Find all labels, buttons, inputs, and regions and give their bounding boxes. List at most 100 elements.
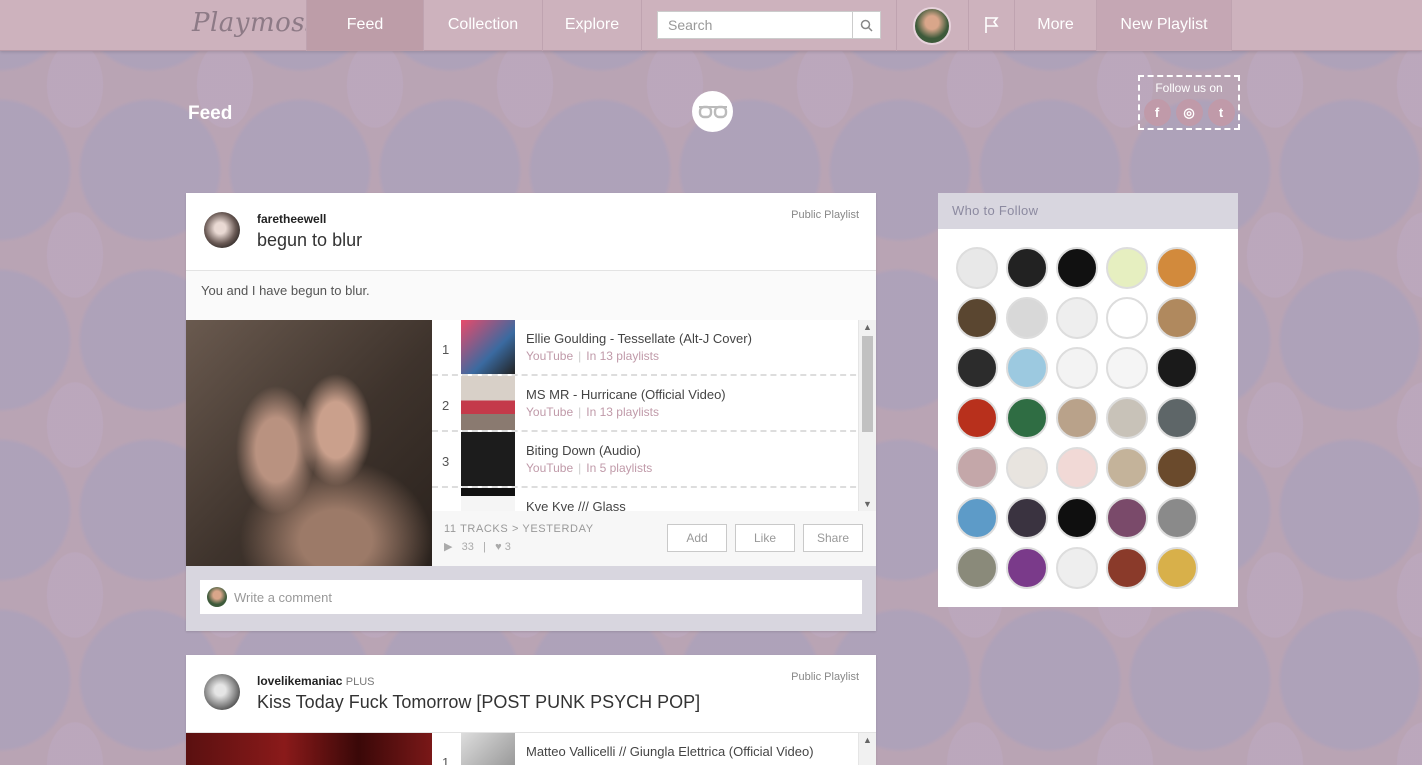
track-name[interactable]: Matteo Vallicelli // Giungla Elettrica (… — [526, 744, 814, 759]
facebook-icon[interactable]: f — [1143, 99, 1171, 126]
nav-feed[interactable]: Feed — [306, 0, 423, 51]
like-count: 3 — [504, 541, 511, 553]
follow-suggestion-avatar[interactable] — [956, 447, 998, 489]
follow-suggestion-avatar[interactable] — [1056, 447, 1098, 489]
follow-suggestion-avatar[interactable] — [1006, 497, 1048, 539]
who-to-follow-panel: Who to Follow — [938, 193, 1238, 607]
follow-suggestion-avatar[interactable] — [1006, 347, 1048, 389]
follow-suggestion-avatar[interactable] — [1056, 497, 1098, 539]
follow-suggestion-avatar[interactable] — [1006, 297, 1048, 339]
scroll-down-icon[interactable]: ▼ — [863, 499, 872, 509]
follow-suggestion-avatar[interactable] — [1006, 547, 1048, 589]
add-button[interactable]: Add — [667, 524, 727, 552]
follow-suggestion-avatar[interactable] — [1156, 547, 1198, 589]
post-author-avatar[interactable] — [204, 674, 240, 710]
track-scrollbar[interactable]: ▲ ▼ — [858, 320, 876, 511]
follow-suggestion-avatar[interactable] — [1106, 397, 1148, 439]
page-title: Feed — [188, 103, 233, 124]
follow-suggestion-avatar[interactable] — [1056, 297, 1098, 339]
track-playlists[interactable]: In 5 playlists — [586, 461, 652, 475]
twitter-icon[interactable]: t — [1207, 99, 1235, 126]
feed-post: faretheewell begun to blur Public Playli… — [186, 193, 876, 631]
glasses-icon[interactable] — [692, 91, 733, 132]
follow-suggestion-avatar[interactable] — [1106, 297, 1148, 339]
track-playlists[interactable]: In 13 playlists — [586, 349, 659, 363]
user-avatar[interactable] — [913, 7, 951, 45]
track-source[interactable]: YouTube — [526, 349, 573, 363]
follow-suggestion-avatar[interactable] — [956, 297, 998, 339]
post-author[interactable]: faretheewell — [257, 212, 326, 226]
track-name[interactable]: MS MR - Hurricane (Official Video) — [526, 387, 726, 402]
track-count: 11 TRACKS > YESTERDAY — [444, 523, 594, 535]
follow-suggestion-avatar[interactable] — [956, 397, 998, 439]
follow-suggestion-avatar[interactable] — [1106, 497, 1148, 539]
like-button[interactable]: Like — [735, 524, 795, 552]
follow-us-box: Follow us on f ◎ t — [1138, 75, 1240, 130]
feed-post: lovelikemaniac PLUS Kiss Today Fuck Tomo… — [186, 655, 876, 765]
follow-suggestion-avatar[interactable] — [1156, 497, 1198, 539]
track-source[interactable]: YouTube — [526, 405, 573, 419]
scroll-up-icon[interactable]: ▲ — [863, 735, 872, 745]
follow-suggestion-avatar[interactable] — [1056, 547, 1098, 589]
more-button[interactable]: More — [1014, 0, 1096, 51]
flag-button[interactable] — [968, 0, 1014, 51]
track-row[interactable]: 3 Biting Down (Audio) YouTube | In 5 playl… — [432, 432, 876, 488]
playlist-footer: 11 TRACKS > YESTERDAY ▶ 33 | ♥ 3 Add Lik… — [432, 511, 876, 566]
track-playlists[interactable]: In 13 playlists — [586, 405, 659, 419]
follow-suggestion-avatar[interactable] — [1006, 397, 1048, 439]
follow-suggestion-avatar[interactable] — [1056, 347, 1098, 389]
track-name[interactable]: Kve Kve /// Glass — [526, 499, 626, 511]
track-source[interactable]: YouTube — [526, 461, 573, 475]
track-number: 1 — [442, 755, 450, 765]
follow-avatar-grid — [938, 229, 1238, 589]
nav-explore[interactable]: Explore — [542, 0, 642, 51]
visibility-label: Public Playlist — [791, 209, 859, 221]
who-to-follow-title: Who to Follow — [938, 193, 1238, 229]
post-author[interactable]: lovelikemaniac PLUS — [257, 674, 374, 688]
scroll-up-icon[interactable]: ▲ — [863, 322, 872, 332]
playlist-title[interactable]: begun to blur — [257, 230, 362, 251]
follow-suggestion-avatar[interactable] — [1156, 297, 1198, 339]
follow-suggestion-avatar[interactable] — [1056, 397, 1098, 439]
follow-suggestion-avatar[interactable] — [1006, 447, 1048, 489]
track-row[interactable]: 1 Matteo Vallicelli // Giungla Elettrica… — [432, 733, 876, 765]
follow-suggestion-avatar[interactable] — [1006, 247, 1048, 289]
post-author-avatar[interactable] — [204, 212, 240, 248]
track-row[interactable]: 2 MS MR - Hurricane (Official Video) You… — [432, 376, 876, 432]
play-icon: ▶ — [444, 541, 453, 553]
scroll-thumb[interactable] — [862, 336, 873, 432]
track-name[interactable]: Ellie Goulding - Tessellate (Alt-J Cover… — [526, 331, 752, 346]
follow-suggestion-avatar[interactable] — [1106, 447, 1148, 489]
follow-suggestion-avatar[interactable] — [1106, 247, 1148, 289]
playlist-cover[interactable] — [186, 320, 432, 566]
new-playlist-button[interactable]: New Playlist — [1096, 0, 1232, 51]
playlist-cover[interactable] — [186, 733, 432, 765]
instagram-icon[interactable]: ◎ — [1175, 99, 1203, 126]
track-row[interactable]: 1 Ellie Goulding - Tessellate (Alt-J Cov… — [432, 320, 876, 376]
follow-suggestion-avatar[interactable] — [1106, 347, 1148, 389]
follow-suggestion-avatar[interactable] — [1156, 247, 1198, 289]
follow-suggestion-avatar[interactable] — [1056, 247, 1098, 289]
follow-suggestion-avatar[interactable] — [956, 247, 998, 289]
follow-suggestion-avatar[interactable] — [1156, 397, 1198, 439]
comment-input[interactable] — [234, 580, 844, 614]
playlist-title[interactable]: Kiss Today Fuck Tomorrow [POST PUNK PSYC… — [257, 692, 700, 713]
follow-suggestion-avatar[interactable] — [1156, 447, 1198, 489]
follow-suggestion-avatar[interactable] — [1106, 547, 1148, 589]
top-nav: Playmoss Feed Collection Explore More Ne… — [0, 0, 1422, 51]
logo[interactable]: Playmoss — [192, 8, 319, 38]
follow-suggestion-avatar[interactable] — [956, 347, 998, 389]
follow-suggestion-avatar[interactable] — [956, 547, 998, 589]
track-thumbnail — [461, 376, 515, 430]
track-row[interactable]: Kve Kve /// Glass — [432, 488, 876, 511]
follow-suggestion-avatar[interactable] — [1156, 347, 1198, 389]
search-input[interactable] — [658, 12, 854, 38]
nav-collection[interactable]: Collection — [423, 0, 542, 51]
search-button[interactable] — [852, 12, 880, 38]
comment-box — [200, 580, 862, 614]
visibility-label: Public Playlist — [791, 671, 859, 683]
track-name[interactable]: Biting Down (Audio) — [526, 443, 641, 458]
track-scrollbar[interactable]: ▲ — [858, 733, 876, 765]
share-button[interactable]: Share — [803, 524, 863, 552]
follow-suggestion-avatar[interactable] — [956, 497, 998, 539]
